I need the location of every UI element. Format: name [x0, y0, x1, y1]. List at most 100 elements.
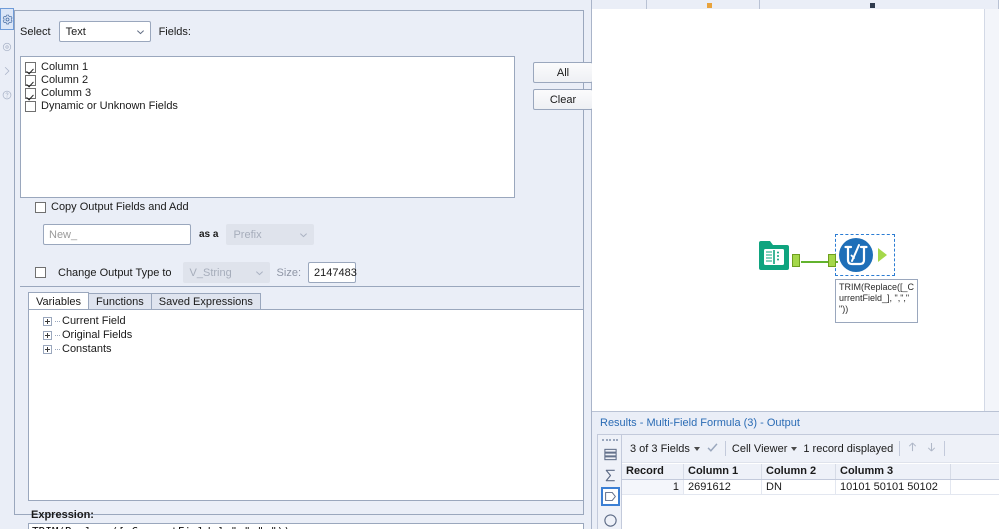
field-row[interactable]: Column 1 [25, 61, 514, 74]
prefix-suffix-value: Prefix [233, 228, 262, 241]
tab-saved-expressions[interactable]: Saved Expressions [150, 293, 261, 310]
expand-icon[interactable] [43, 330, 52, 340]
canvas-tab[interactable] [647, 0, 760, 9]
field-checkbox[interactable] [25, 88, 36, 99]
field-row[interactable]: Columm 3 [25, 87, 514, 100]
canvas-tab[interactable] [592, 0, 647, 9]
output-shape-icon[interactable] [601, 487, 620, 506]
tree-item[interactable]: Original Fields [43, 328, 583, 342]
chevron-right-icon[interactable] [0, 60, 14, 82]
expand-icon[interactable] [43, 316, 52, 326]
select-label: Select [20, 25, 51, 38]
record-count-label: 1 record displayed [803, 442, 894, 455]
tab-functions[interactable]: Functions [88, 293, 152, 310]
fields-selector[interactable]: 3 of 3 Fields [630, 443, 700, 455]
help-icon[interactable] [0, 84, 14, 106]
results-toolbar: 3 of 3 Fields Cell Viewer 1 record displ… [622, 435, 999, 463]
field-label: Column 2 [41, 74, 89, 86]
input-port[interactable] [828, 254, 836, 267]
size-input[interactable]: 2147483 [308, 262, 357, 283]
chevron-down-icon [136, 27, 145, 36]
cell-column-2: DN [762, 480, 836, 494]
cell-column-3: 10101 50101 50102 [836, 480, 951, 494]
change-output-type-checkbox[interactable] [35, 267, 46, 278]
output-type-value: V_String [189, 266, 232, 279]
field-label: Columm 3 [41, 87, 92, 99]
column-header-record[interactable]: Record [622, 464, 684, 479]
results-grid[interactable]: Record Column 1 Column 2 Columm 3 1 2691… [622, 464, 999, 529]
arrow-down-icon[interactable] [925, 440, 938, 457]
data-layers-icon[interactable] [601, 445, 620, 464]
field-checkbox[interactable] [25, 101, 36, 112]
field-label: Dynamic or Unknown Fields [41, 100, 178, 112]
expand-icon[interactable] [43, 344, 52, 354]
tree-item-label: Constants [62, 343, 112, 355]
wrench-icon[interactable] [0, 36, 14, 58]
select-type-dropdown[interactable]: Text [58, 21, 151, 42]
table-row[interactable]: 1 2691612 DN 10101 50101 50102 [622, 480, 999, 495]
cell-viewer-label: Cell Viewer [731, 442, 788, 455]
canvas-vertical-scrollbar[interactable] [984, 9, 999, 411]
field-checkbox[interactable] [25, 62, 36, 73]
column-header-column-3[interactable]: Columm 3 [836, 464, 951, 479]
tree-item[interactable]: Current Field [43, 314, 583, 328]
expression-input[interactable]: TRIM(Replace([_CurrentField_],","," ")) [28, 523, 584, 529]
workflow-canvas[interactable]: TRIM(Replace([_CurrentField_], ","," ")) [592, 9, 999, 411]
new-field-row: New_ as a Prefix [43, 224, 315, 245]
chevron-down-icon [299, 230, 308, 239]
canvas-tab[interactable] [760, 0, 999, 9]
select-type-value: Text [65, 25, 86, 38]
multi-field-formula-node[interactable] [828, 237, 887, 273]
configuration-panel: Select Text Fields: Column 1 Column 2 Co… [0, 0, 593, 529]
app-window: Select Text Fields: Column 1 Column 2 Co… [0, 0, 999, 529]
tree-connector [55, 320, 60, 322]
tree-item-label: Current Field [62, 315, 126, 327]
field-row[interactable]: Dynamic or Unknown Fields [25, 100, 514, 113]
results-icon-rail [598, 435, 622, 529]
new-field-name-input[interactable]: New_ [43, 224, 191, 245]
drag-grip-icon[interactable] [602, 437, 618, 443]
copy-output-fields-row[interactable]: Copy Output Fields and Add [35, 201, 189, 213]
gear-icon[interactable] [0, 8, 14, 30]
node-annotation: TRIM(Replace([_CurrentField_], ","," ")) [835, 279, 918, 323]
sigma-summary-icon[interactable] [601, 466, 620, 485]
right-pane: TRIM(Replace([_CurrentField_], ","," "))… [592, 0, 999, 529]
output-type-dropdown[interactable]: V_String [182, 262, 270, 283]
grid-header-row: Record Column 1 Column 2 Columm 3 [622, 464, 999, 480]
column-header-column-2[interactable]: Column 2 [762, 464, 836, 479]
arrow-up-icon[interactable] [906, 440, 919, 457]
checkmark-icon[interactable] [706, 441, 719, 457]
tree-item-label: Original Fields [62, 329, 133, 341]
results-panel: Results - Multi-Field Formula (3) - Outp… [592, 411, 999, 529]
tab-marker-icon [707, 3, 712, 8]
column-header-filler [951, 464, 999, 479]
column-header-column-1[interactable]: Column 1 [684, 464, 762, 479]
tree-item[interactable]: Constants [43, 342, 583, 356]
fields-label: Fields: [158, 25, 191, 38]
messages-circle-icon[interactable] [601, 511, 620, 529]
left-icon-rail [0, 0, 14, 529]
variables-tree[interactable]: Current Field Original Fields Constants [28, 309, 584, 501]
toolbar-separator [899, 441, 901, 456]
config-card: Select Text Fields: Column 1 Column 2 Co… [14, 10, 593, 529]
chevron-down-icon [693, 446, 700, 451]
fields-list[interactable]: Column 1 Column 2 Columm 3 Dynamic or Un… [20, 56, 515, 198]
output-port[interactable] [792, 254, 800, 267]
select-all-button[interactable]: All [533, 62, 593, 83]
output-port[interactable] [878, 248, 887, 262]
clear-selection-button[interactable]: Clear [533, 89, 593, 110]
results-body: 3 of 3 Fields Cell Viewer 1 record displ… [597, 434, 999, 529]
cell-viewer-selector[interactable]: Cell Viewer [731, 442, 798, 455]
tree-connector [55, 334, 60, 336]
prefix-suffix-dropdown[interactable]: Prefix [226, 224, 315, 245]
field-row[interactable]: Column 2 [25, 74, 514, 87]
change-output-type-label: Change Output Type to [58, 266, 172, 279]
change-output-type-row: Change Output Type to V_String Size: 214… [35, 262, 357, 283]
tab-variables[interactable]: Variables [28, 292, 90, 310]
cell-filler [951, 480, 999, 494]
field-checkbox[interactable] [25, 75, 36, 86]
text-input-node[interactable] [756, 237, 800, 273]
as-a-label: as a [199, 229, 219, 240]
section-divider [20, 286, 580, 287]
copy-output-fields-checkbox[interactable] [35, 201, 46, 213]
